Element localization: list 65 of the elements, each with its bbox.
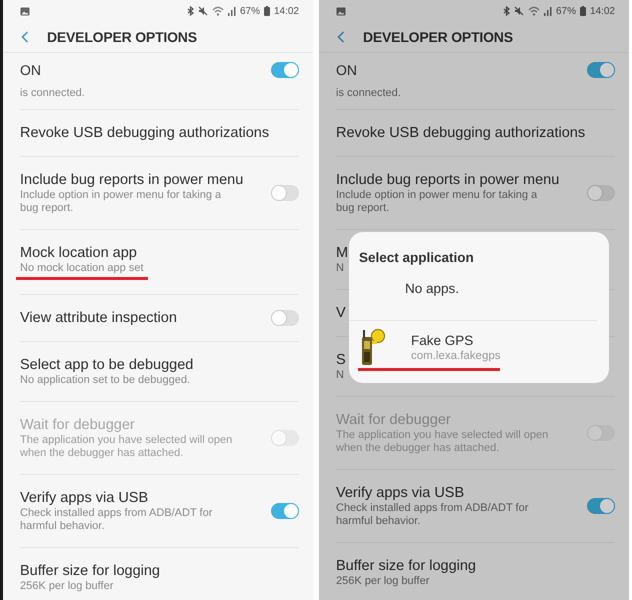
setting-description: The application you have selected will open when the debugger has attached. <box>20 434 234 460</box>
setting-title: Verify apps via USB <box>20 489 150 507</box>
toggle-switch[interactable] <box>587 185 615 201</box>
mute-icon <box>514 6 524 16</box>
screen-title: DEVELOPER OPTIONS <box>363 29 513 45</box>
setting-description: Include option in power menu for taking a bug report. <box>20 189 222 215</box>
bluetooth-icon <box>502 6 510 16</box>
setting-title: S <box>336 351 346 369</box>
battery-percent: 67% <box>556 6 576 16</box>
setting-description: No application set to be debugged. <box>20 374 192 387</box>
setting-title: Select app to be debugged <box>20 356 194 374</box>
dialog-title: Select application <box>358 250 475 265</box>
signal-icon <box>544 6 552 16</box>
setting-description: Include option in power menu for taking a bug report. <box>336 189 538 215</box>
app-list-item[interactable]: Fake GPS com.lexa.fakegps <box>349 321 609 373</box>
clock-time: 14:02 <box>590 6 615 16</box>
setting-title: Include bug reports in power menu <box>336 171 560 189</box>
setting-description: N <box>336 369 345 382</box>
setting-title: Wait for debugger <box>20 416 136 434</box>
toggle-switch[interactable] <box>271 310 299 326</box>
master-switch-label: ON <box>336 62 357 78</box>
wifi-icon <box>528 6 540 16</box>
setting-title: M <box>336 244 348 262</box>
setting-title: Revoke USB debugging authorizations <box>20 124 270 142</box>
mute-icon <box>198 6 208 16</box>
toggle-switch[interactable] <box>271 185 299 201</box>
setting-description: 256K per log buffer <box>20 580 114 593</box>
picture-icon <box>20 6 30 16</box>
setting-description: is connected. <box>20 87 85 99</box>
setting-title: Verify apps via USB <box>336 484 466 502</box>
screen-title: DEVELOPER OPTIONS <box>47 29 197 45</box>
setting-description: No mock location app set <box>20 262 145 275</box>
master-switch-label: ON <box>20 62 41 78</box>
setting-description: Check installed apps from ADB/ADT for harmful behavior. <box>336 502 530 528</box>
battery-icon <box>580 6 586 16</box>
app-package: com.lexa.fakegps <box>411 348 500 362</box>
setting-description: is connected. <box>336 87 401 99</box>
setting-description: N <box>336 262 345 275</box>
gps-device-icon <box>359 327 385 367</box>
toggle-switch[interactable] <box>587 62 615 78</box>
picture-icon <box>336 6 346 16</box>
back-icon <box>337 31 345 43</box>
setting-description: 256K per log buffer <box>336 575 430 588</box>
setting-title: Buffer size for logging <box>336 557 476 575</box>
setting-description: The application you have selected will open when the debugger has attached. <box>336 429 550 455</box>
battery-icon <box>264 6 270 16</box>
empty-message: No apps. <box>349 265 597 321</box>
wifi-icon <box>212 6 224 16</box>
setting-title: Mock location app <box>20 244 138 262</box>
setting-title: Wait for debugger <box>336 411 452 429</box>
setting-title: V <box>336 304 346 322</box>
setting-title: Buffer size for logging <box>20 562 160 580</box>
toggle-switch[interactable] <box>587 498 615 514</box>
battery-percent: 67% <box>240 6 260 16</box>
setting-description: Check installed apps from ADB/ADT for harmful behavior. <box>20 507 214 533</box>
bluetooth-icon <box>186 6 194 16</box>
back-icon <box>21 31 29 43</box>
setting-title: Revoke USB debugging authorizations <box>336 124 586 142</box>
setting-title: Include bug reports in power menu <box>20 171 244 189</box>
signal-icon <box>228 6 236 16</box>
app-name: Fake GPS <box>411 332 474 348</box>
toggle-switch[interactable] <box>271 62 299 78</box>
toggle-switch[interactable] <box>271 503 299 519</box>
clock-time: 14:02 <box>274 6 299 16</box>
setting-title: View attribute inspection <box>20 309 177 327</box>
